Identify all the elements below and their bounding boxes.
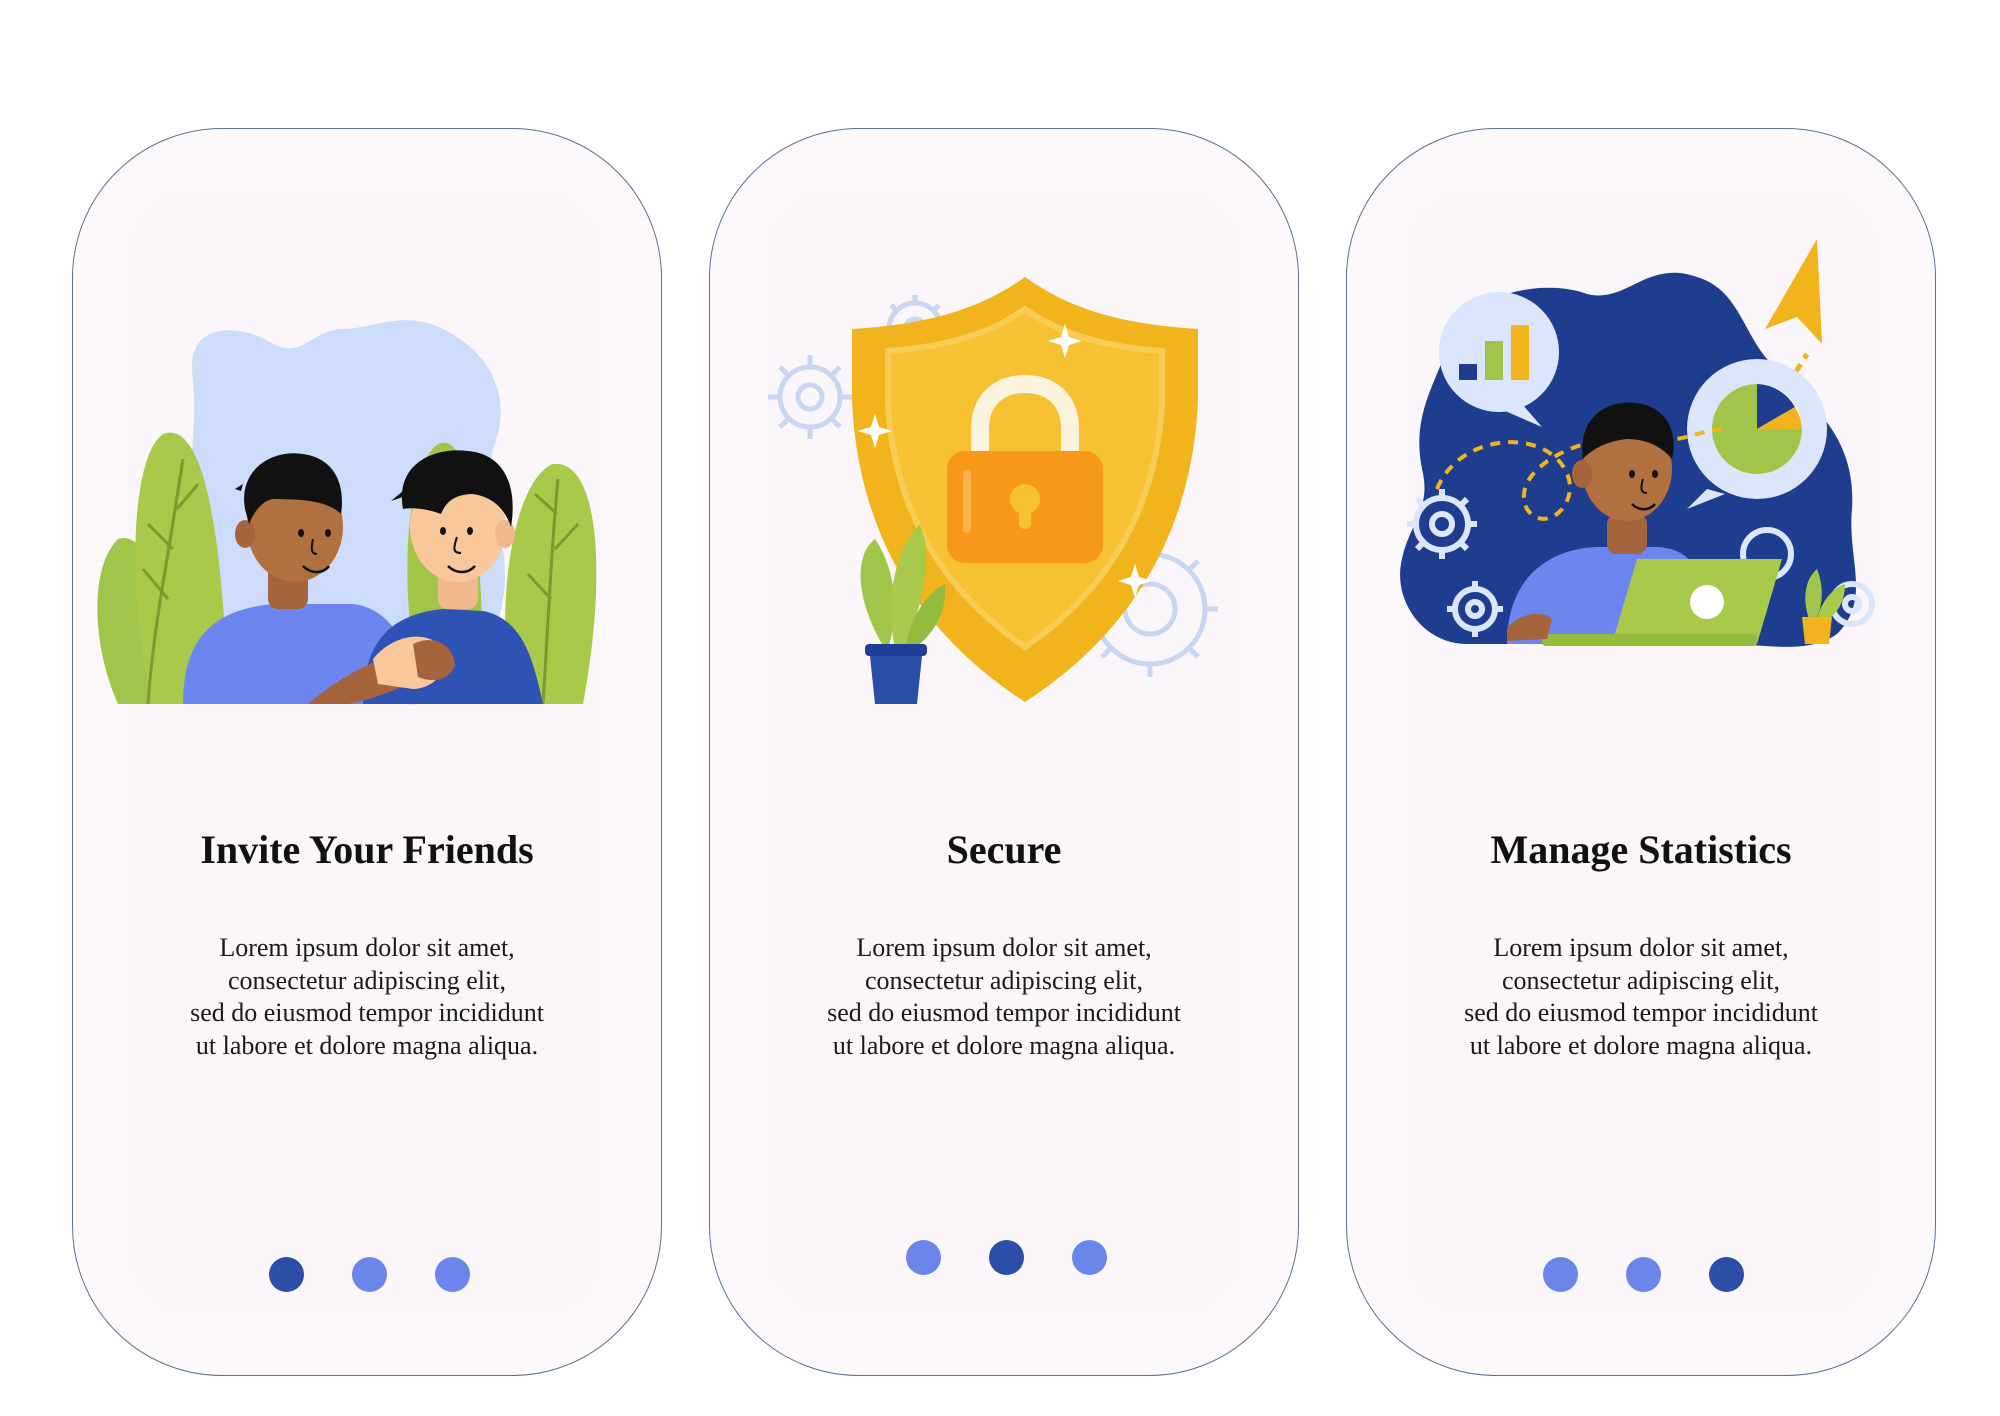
description-line: ut labore et dolore magna aliqua. [1469,1030,1813,1060]
description-line: consectetur adipiscing elit, [1502,965,1780,995]
description-line: ut labore et dolore magna aliqua. [195,1030,539,1060]
shield-padlock-illustration [768,277,1218,704]
page-dot-1-active[interactable] [269,1257,304,1292]
page-dot-1[interactable] [1543,1257,1578,1292]
page-dot-3-active[interactable] [1709,1257,1744,1292]
card-title: Secure [946,827,1062,872]
card-description: Lorem ipsum dolor sit amet, consectetur … [1347,932,1935,1062]
onboarding-card-invite-friends: Invite Your Friends Lorem ipsum dolor si… [72,128,662,1376]
page-indicator [73,1257,661,1293]
card-title: Manage Statistics [1490,827,1792,872]
page-dot-3[interactable] [1072,1240,1107,1275]
description-line: sed do eiusmod tempor incididunt [190,998,544,1027]
description-line: Lorem ipsum dolor sit amet, [856,933,1152,962]
description-line: sed do eiusmod tempor incididunt [827,998,1181,1027]
two-friends-handshake-illustration [97,320,597,705]
page-dot-2[interactable] [1626,1257,1661,1292]
description-line: consectetur adipiscing elit, [865,965,1143,995]
description-line: Lorem ipsum dolor sit amet, [1493,933,1789,962]
page-dot-2-active[interactable] [989,1240,1024,1275]
description-line: sed do eiusmod tempor incididunt [1464,998,1818,1027]
description-line: Lorem ipsum dolor sit amet, [219,933,515,962]
description-line: ut labore et dolore magna aliqua. [832,1030,1176,1060]
onboarding-card-manage-statistics: Manage Statistics Lorem ipsum dolor sit … [1346,128,1936,1376]
person-laptop-statistics-illustration [1400,239,1875,647]
page-dot-1[interactable] [906,1240,941,1275]
page-indicator [1347,1257,1935,1293]
card-title: Invite Your Friends [200,827,534,872]
onboarding-card-secure: Secure Lorem ipsum dolor sit amet, conse… [709,128,1299,1376]
page-dot-2[interactable] [352,1257,387,1292]
page-indicator [710,1240,1298,1276]
card-description: Lorem ipsum dolor sit amet, consectetur … [73,932,661,1062]
description-line: consectetur adipiscing elit, [228,965,506,995]
card-description: Lorem ipsum dolor sit amet, consectetur … [710,932,1298,1062]
page-dot-3[interactable] [435,1257,470,1292]
